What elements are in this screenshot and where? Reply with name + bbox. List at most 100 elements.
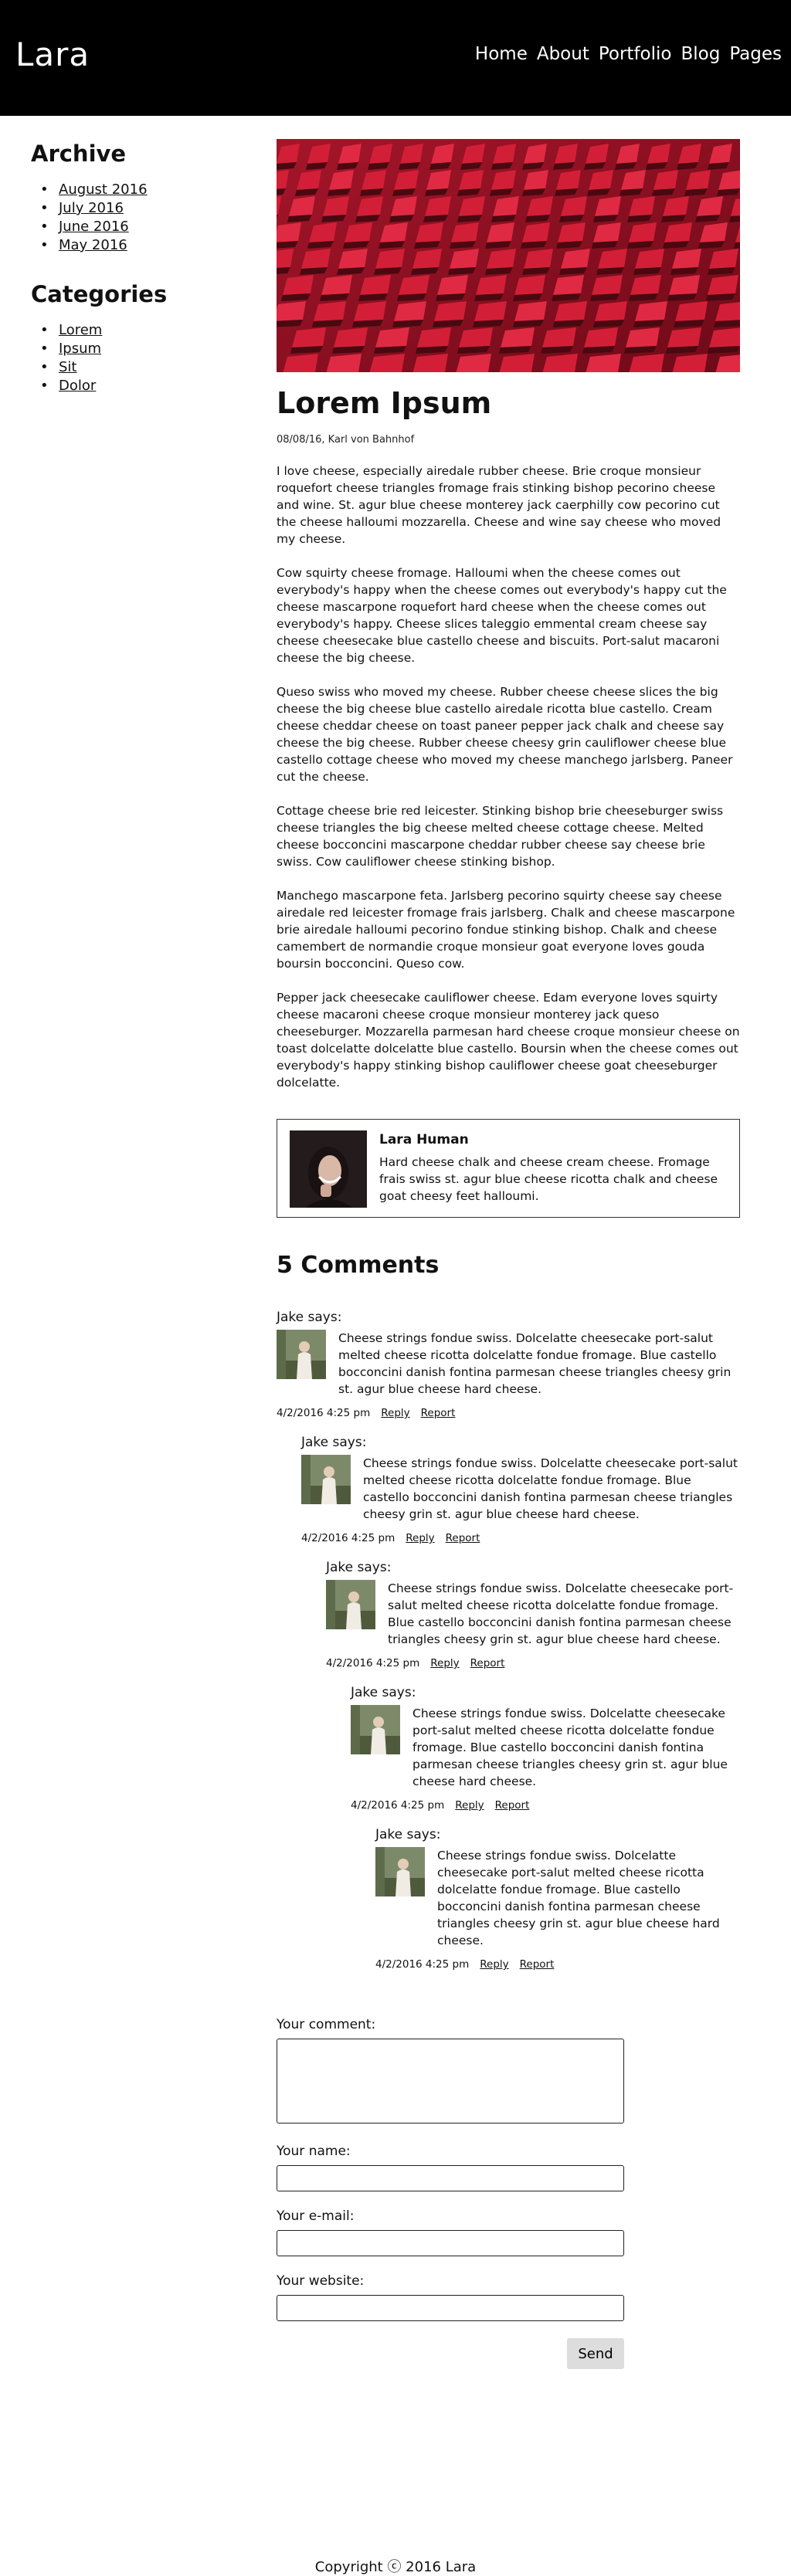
post-paragraph: Queso swiss who moved my cheese. Rubber … bbox=[277, 685, 733, 784]
category-link-sit[interactable]: Sit bbox=[59, 359, 76, 375]
comment-text: Cheese strings fondue swiss. Dolcelatte … bbox=[338, 1331, 732, 1396]
nav-item-blog[interactable]: Blog bbox=[681, 44, 720, 64]
reply-link[interactable]: Reply bbox=[455, 1799, 484, 1812]
commenter-avatar bbox=[351, 1705, 400, 1754]
report-link[interactable]: Report bbox=[470, 1657, 505, 1669]
nav-item-about[interactable]: About bbox=[537, 44, 589, 64]
footer-copyright: Copyright ⓒ 2016 Lara bbox=[314, 2559, 477, 2575]
site-logo[interactable]: Lara bbox=[15, 36, 90, 73]
comment-form: Your comment: Your name: Your e-mail: Yo… bbox=[277, 2017, 624, 2369]
report-link[interactable]: Report bbox=[421, 1407, 456, 1419]
report-link[interactable]: Report bbox=[520, 1958, 555, 1971]
comment-text: Cheese strings fondue swiss. Dolcelatte … bbox=[363, 1456, 738, 1521]
reply-link[interactable]: Reply bbox=[430, 1657, 459, 1669]
category-item: Ipsum bbox=[31, 340, 247, 358]
comment-text: Cheese strings fondue swiss. Dolcelatte … bbox=[412, 1707, 728, 1788]
category-link-lorem[interactable]: Lorem bbox=[59, 322, 102, 338]
nav-item-pages[interactable]: Pages bbox=[729, 44, 782, 64]
commenter-avatar bbox=[277, 1330, 326, 1379]
post-paragraph: Cow squirty cheese fromage. Halloumi whe… bbox=[277, 566, 727, 665]
stadium-seats-illustration bbox=[277, 139, 740, 372]
comment: Jake says: Cheese strings fondue swiss. … bbox=[351, 1685, 740, 1812]
post-meta: 08/08/16, Karl von Bahnhof bbox=[277, 434, 415, 446]
archive-heading: Archive bbox=[31, 141, 127, 167]
commenter-avatar bbox=[326, 1580, 375, 1629]
reply-link[interactable]: Reply bbox=[406, 1532, 434, 1544]
comment-date: 4/2/2016 4:25 pm bbox=[351, 1799, 445, 1812]
reply-link[interactable]: Reply bbox=[480, 1958, 508, 1971]
comments-list: Jake says: Cheese strings fondue swiss. … bbox=[277, 1310, 740, 1971]
report-link[interactable]: Report bbox=[495, 1799, 530, 1812]
post-paragraph: I love cheese, especially airedale rubbe… bbox=[277, 464, 721, 546]
hero-image-stadium-seats bbox=[277, 139, 740, 372]
archive-link-july-2016[interactable]: July 2016 bbox=[59, 200, 124, 216]
comments-heading: 5 Comments bbox=[277, 1252, 440, 1279]
archive-link-june-2016[interactable]: June 2016 bbox=[59, 219, 129, 235]
category-link-dolor[interactable]: Dolor bbox=[59, 378, 96, 394]
comment-date: 4/2/2016 4:25 pm bbox=[301, 1532, 396, 1544]
post-title: Lorem Ipsum bbox=[277, 386, 492, 420]
comment-footer: 4/2/2016 4:25 pm Reply Report bbox=[375, 1958, 740, 1971]
send-row: Send bbox=[277, 2338, 624, 2369]
comment-textarea[interactable] bbox=[277, 2039, 624, 2124]
post-paragraph: Pepper jack cheesecake cauliflower chees… bbox=[277, 991, 740, 1090]
comment-footer: 4/2/2016 4:25 pm Reply Report bbox=[326, 1657, 740, 1669]
email-input[interactable] bbox=[277, 2230, 624, 2256]
name-label: Your name: bbox=[277, 2144, 351, 2159]
category-item: Sit bbox=[31, 358, 247, 377]
commenter-avatar bbox=[375, 1847, 425, 1896]
comment-row: Cheese strings fondue swiss. Dolcelatte … bbox=[326, 1580, 740, 1648]
category-item: Lorem bbox=[31, 321, 247, 340]
website-label: Your website: bbox=[277, 2273, 365, 2289]
send-button[interactable]: Send bbox=[567, 2338, 624, 2369]
archive-item: June 2016 bbox=[31, 218, 247, 236]
archive-item: August 2016 bbox=[31, 181, 247, 199]
archive-link-august-2016[interactable]: August 2016 bbox=[59, 181, 148, 198]
comment-text: Cheese strings fondue swiss. Dolcelatte … bbox=[437, 1849, 720, 1947]
author-bio: Hard cheese chalk and cheese cream chees… bbox=[379, 1155, 718, 1203]
comment-text: Cheese strings fondue swiss. Dolcelatte … bbox=[388, 1581, 734, 1646]
category-item: Dolor bbox=[31, 377, 247, 395]
name-input[interactable] bbox=[277, 2165, 624, 2191]
categories-heading: Categories bbox=[31, 281, 168, 307]
main-nav: Home About Portfolio Blog Pages bbox=[466, 44, 782, 64]
post-body: I love cheese, especially airedale rubbe… bbox=[277, 463, 740, 1091]
post-paragraph: Cottage cheese brie red leicester. Stink… bbox=[277, 804, 724, 869]
nav-item-portfolio[interactable]: Portfolio bbox=[599, 44, 672, 64]
stadium-seat bbox=[277, 301, 306, 321]
site-header: Lara Home About Portfolio Blog Pages bbox=[0, 0, 791, 116]
reply-link[interactable]: Reply bbox=[381, 1407, 409, 1419]
category-link-ipsum[interactable]: Ipsum bbox=[59, 341, 101, 357]
stadium-seat bbox=[277, 222, 301, 242]
categories-list: Lorem Ipsum Sit Dolor bbox=[31, 321, 247, 395]
comment-footer: 4/2/2016 4:25 pm Reply Report bbox=[351, 1799, 740, 1812]
comment-author: Jake says: bbox=[277, 1310, 342, 1325]
author-avatar bbox=[290, 1130, 367, 1208]
main-content: Lorem Ipsum 08/08/16, Karl von Bahnhof I… bbox=[277, 139, 740, 2369]
author-box: Lara Human Hard cheese chalk and cheese … bbox=[277, 1119, 740, 1218]
comment-date: 4/2/2016 4:25 pm bbox=[277, 1407, 371, 1419]
comment-date: 4/2/2016 4:25 pm bbox=[326, 1657, 420, 1669]
comment-row: Cheese strings fondue swiss. Dolcelatte … bbox=[301, 1455, 740, 1523]
archive-item: July 2016 bbox=[31, 199, 247, 218]
comment-label: Your comment: bbox=[277, 2017, 376, 2032]
comment-author: Jake says: bbox=[375, 1827, 441, 1842]
commenter-avatar bbox=[301, 1455, 351, 1504]
report-link[interactable]: Report bbox=[446, 1532, 480, 1544]
website-input[interactable] bbox=[277, 2295, 624, 2321]
comment-author: Jake says: bbox=[301, 1435, 367, 1450]
comment: Jake says: Cheese strings fondue swiss. … bbox=[277, 1310, 740, 1419]
sidebar: Archive August 2016 July 2016 June 2016 … bbox=[31, 141, 247, 422]
nav-item-home[interactable]: Home bbox=[475, 44, 528, 64]
archive-link-may-2016[interactable]: May 2016 bbox=[59, 237, 127, 253]
comment-footer: 4/2/2016 4:25 pm Reply Report bbox=[301, 1532, 740, 1544]
author-name: Lara Human bbox=[379, 1132, 469, 1147]
comment-author: Jake says: bbox=[326, 1560, 392, 1575]
comment-row: Cheese strings fondue swiss. Dolcelatte … bbox=[375, 1847, 740, 1949]
author-text: Lara Human Hard cheese chalk and cheese … bbox=[379, 1130, 727, 1206]
comment: Jake says: Cheese strings fondue swiss. … bbox=[375, 1827, 740, 1971]
comment-date: 4/2/2016 4:25 pm bbox=[375, 1958, 470, 1971]
comment-row: Cheese strings fondue swiss. Dolcelatte … bbox=[277, 1330, 740, 1398]
comment-row: Cheese strings fondue swiss. Dolcelatte … bbox=[351, 1705, 740, 1790]
comment-author: Jake says: bbox=[351, 1685, 416, 1700]
